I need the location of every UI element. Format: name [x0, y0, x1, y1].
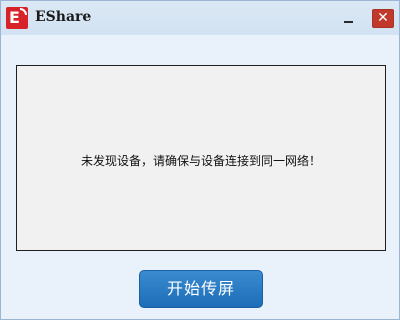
title-bar[interactable]: E EShare ✕ — [1, 1, 399, 35]
start-screen-share-button[interactable]: 开始传屏 — [139, 270, 263, 308]
signal-wave-icon — [20, 8, 27, 15]
close-button[interactable]: ✕ — [372, 9, 394, 28]
device-list-panel: 未发现设备，请确保与设备连接到同一网络！ — [16, 65, 386, 251]
eshare-window: E EShare ✕ 3322下载站 WWW.3322.CC 未发现设备，请确保… — [0, 0, 400, 320]
eshare-logo-icon: E — [6, 7, 28, 29]
close-icon: ✕ — [377, 10, 389, 26]
no-device-message: 未发现设备，请确保与设备连接到同一网络！ — [80, 154, 321, 168]
logo-letter: E — [9, 8, 20, 27]
minimize-button[interactable] — [337, 9, 361, 29]
window-title: EShare — [35, 9, 92, 25]
minimize-icon — [344, 21, 353, 23]
